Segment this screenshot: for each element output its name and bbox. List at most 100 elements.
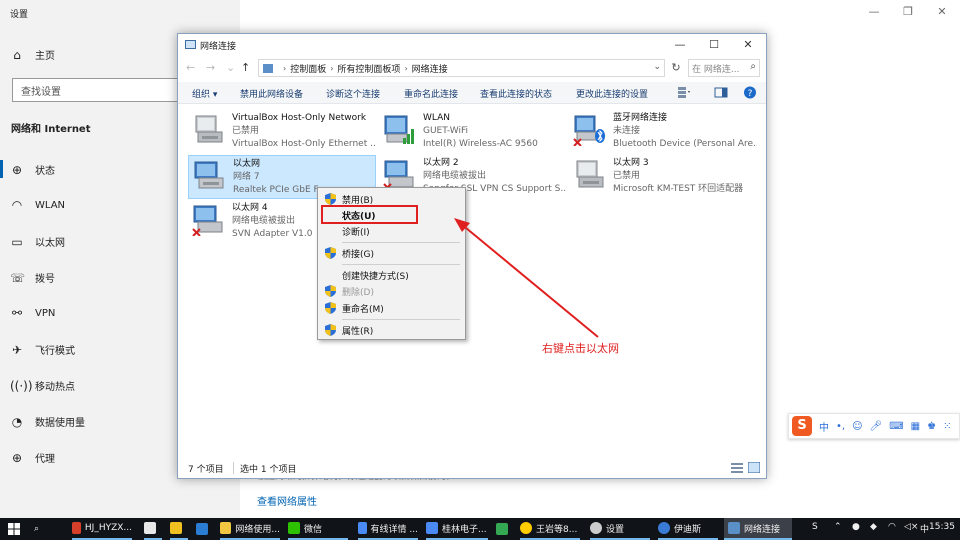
section-title: 网络和 Internet (11, 124, 91, 135)
ime-mode-toggle[interactable]: 中 (819, 419, 829, 434)
adapter-name: 以太网 2 (423, 158, 459, 168)
back-arrow-icon[interactable]: ← (186, 61, 195, 74)
menu-item-diagnose[interactable]: 诊断(I) (318, 223, 465, 239)
tiles-view-icon[interactable] (748, 462, 760, 473)
start-button[interactable] (8, 518, 20, 540)
taskbar-item[interactable]: HJ_HYZX... (72, 518, 132, 540)
adapter-virtualbox[interactable]: VirtualBox Host-Only Network 已禁用 Virtual… (188, 110, 376, 154)
taskbar-item[interactable]: 微信 (288, 518, 348, 540)
taskbar-item[interactable] (170, 518, 188, 540)
taskbar-item-active[interactable]: 网络连接 (724, 518, 792, 540)
show-hidden-icons-icon[interactable]: ⌃ (834, 522, 842, 532)
globe-icon: ⊕ (11, 450, 23, 465)
sidebar-item-vpn[interactable]: ⚯ VPN (10, 306, 55, 320)
view-options-icon[interactable] (677, 86, 691, 99)
adapter-wlan[interactable]: WLAN GUET-WiFi Intel(R) Wireless-AC 9560 (379, 110, 567, 154)
sidebar-item-label: 主页 (35, 51, 55, 62)
volume-icon[interactable]: ◁× (904, 522, 918, 532)
minimize-button[interactable]: — (860, 3, 888, 21)
taskbar-item[interactable]: 伊迪斯 (658, 518, 718, 540)
keyboard-icon[interactable]: ⌨ (889, 421, 903, 432)
preview-pane-icon[interactable] (714, 86, 728, 99)
disable-device-button[interactable]: 禁用此网络设备 (240, 87, 303, 100)
punctuation-icon[interactable]: •, (836, 421, 845, 432)
ethernet-adapter-icon (194, 161, 224, 189)
taskbar-item[interactable] (144, 518, 162, 540)
chrome-icon (358, 522, 367, 534)
security-tray-icon[interactable]: ◆ (870, 522, 877, 532)
breadcrumb-item[interactable]: 控制面板 (290, 62, 326, 75)
microphone-icon[interactable]: 🎤︎ (870, 421, 883, 432)
chevron-down-icon[interactable]: ⌄ (653, 62, 661, 72)
taskbar-item[interactable]: 桂林电子... (426, 518, 488, 540)
adapter-name: WLAN (423, 113, 451, 123)
taskbar-item[interactable]: 王岩等8... (520, 518, 580, 540)
close-button[interactable]: ✕ (928, 3, 956, 21)
organize-button[interactable]: 组织 ▾ (192, 87, 217, 100)
sidebar-item-data-usage[interactable]: ◔ 数据使用量 (10, 414, 85, 430)
menu-separator (342, 319, 460, 320)
taskbar-item[interactable] (496, 518, 514, 540)
rename-connection-button[interactable]: 重命名此连接 (404, 87, 458, 100)
sidebar-item-home[interactable]: ⌂ 主页 (10, 47, 55, 63)
menu-item-label: 属性(R) (342, 327, 374, 337)
sidebar-item-wlan[interactable]: ◠ WLAN (10, 198, 65, 212)
uac-shield-icon (325, 247, 336, 259)
sidebar-item-proxy[interactable]: ⊕ 代理 (10, 450, 55, 466)
adapter-status: 已禁用 (613, 171, 641, 181)
search-icon[interactable]: ⌕ (34, 518, 39, 540)
explorer-maximize-button[interactable]: ☐ (702, 37, 726, 53)
adapter-bluetooth[interactable]: 蓝牙网络连接 未连接 Bluetooth Device (Personal Ar… (569, 110, 757, 154)
taskbar-item[interactable]: 网络使用... (220, 518, 280, 540)
sidebar-item-dialup[interactable]: ☏ 拨号 (10, 270, 55, 286)
explorer-search-input[interactable]: 在 网络连... ⌕ (688, 59, 760, 77)
view-network-properties-link[interactable]: 查看网络属性 (257, 493, 317, 508)
up-arrow-icon[interactable]: ↑ (241, 61, 250, 74)
wifi-tray-icon[interactable]: ◠ (888, 522, 896, 532)
recent-dropdown-icon[interactable]: ⌄ (226, 61, 235, 74)
menu-grid-icon[interactable]: ⁙ (943, 421, 951, 432)
menu-item-create-shortcut[interactable]: 创建快捷方式(S) (318, 267, 465, 283)
menu-item-delete[interactable]: 删除(D) (318, 283, 465, 299)
details-view-icon[interactable] (731, 462, 743, 473)
toolbox-icon[interactable]: ▦ (911, 421, 920, 432)
sogou-tray-icon[interactable]: S (812, 522, 818, 532)
ime-tray-indicator[interactable]: 中 (920, 522, 929, 535)
menu-item-properties[interactable]: 属性(R) (318, 322, 465, 338)
app-icon (144, 522, 156, 534)
emoji-icon[interactable]: ☺ (852, 421, 862, 432)
menu-item-bridge[interactable]: 桥接(G) (318, 245, 465, 261)
diagnose-button[interactable]: 诊断这个连接 (326, 87, 380, 100)
view-status-button[interactable]: 查看此连接的状态 (480, 87, 552, 100)
breadcrumb-item[interactable]: 网络连接 (412, 62, 448, 75)
forward-arrow-icon[interactable]: → (206, 61, 215, 74)
help-icon[interactable]: ? (743, 86, 757, 99)
sogou-logo-icon[interactable]: S (792, 416, 812, 436)
taskbar-item[interactable]: 设置 (590, 518, 650, 540)
adapter-ethernet-3[interactable]: 以太网 3 已禁用 Microsoft KM-TEST 环回适配器 (569, 155, 757, 199)
sidebar-item-status[interactable]: ⊕ 状态 (10, 162, 55, 178)
explorer-close-button[interactable]: ✕ (736, 37, 760, 53)
taskbar-item[interactable]: 有线详情 ... (358, 518, 418, 540)
menu-item-label: 桥接(G) (342, 250, 374, 260)
adapter-status: 网络 7 (233, 172, 260, 182)
sidebar-item-airplane[interactable]: ✈ 飞行模式 (10, 342, 75, 358)
sidebar-item-hotspot[interactable]: ((·)) 移动热点 (10, 378, 75, 394)
clock[interactable]: 15:35 (929, 522, 955, 532)
address-input[interactable]: › 控制面板 › 所有控制面板项 › 网络连接 ⌄ (258, 59, 665, 77)
airplane-icon: ✈ (11, 342, 23, 357)
taskbar-item[interactable] (196, 518, 214, 540)
breadcrumb-item[interactable]: 所有控制面板项 (337, 62, 400, 75)
menu-item-rename[interactable]: 重命名(M) (318, 300, 465, 316)
qq-tray-icon[interactable]: ● (852, 522, 860, 532)
change-settings-button[interactable]: 更改此连接的设置 (576, 87, 648, 100)
sidebar-item-ethernet[interactable]: ▭ 以太网 (10, 234, 65, 250)
adapter-name: 蓝牙网络连接 (613, 113, 668, 123)
home-globe-icon: ⊕ (11, 162, 23, 177)
explorer-minimize-button[interactable]: — (668, 37, 692, 53)
refresh-icon[interactable]: ↻ (667, 59, 685, 77)
uac-shield-icon (325, 193, 336, 205)
maximize-button[interactable]: ❐ (894, 3, 922, 21)
skin-icon[interactable]: ♚ (927, 421, 936, 432)
ethernet-adapter-icon (192, 205, 223, 236)
